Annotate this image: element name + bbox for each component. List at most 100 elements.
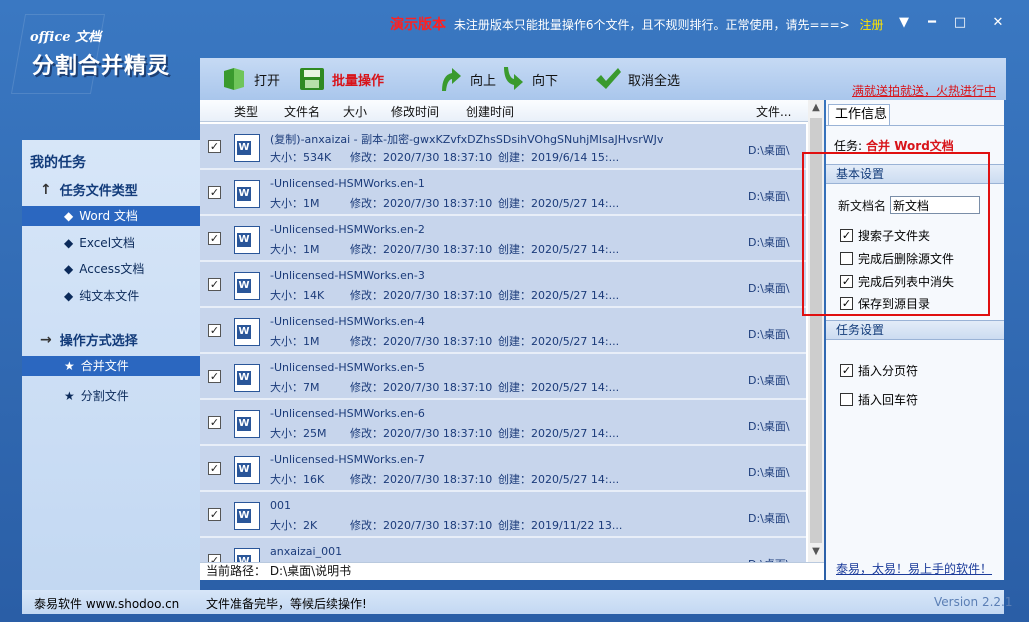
checkmark-icon [594,65,622,93]
file-name: -Unlicensed-HSMWorks.en-1 [270,177,425,190]
file-size: 大小：534K [270,151,332,164]
sidebar-item-label: Access文档 [79,262,145,276]
column-created[interactable]: 创建时间 [466,103,514,120]
file-location: D:\桌面\ [748,420,790,433]
task-label: 任务: [834,139,863,153]
table-row[interactable]: ✓ W -Unlicensed-HSMWorks.en-2 大小：1M 修改：2020/… [200,216,806,262]
status-message: 文件准备完毕，等候后续操作! [206,597,367,611]
deselect-all-button[interactable]: 取消全选 [594,64,680,94]
version-text: Version 2.2.1 [934,595,1013,609]
table-row[interactable]: ✓ W -Unlicensed-HSMWorks.en-6 大小：25M 修改：2020… [200,400,806,446]
highlight-box [802,152,990,316]
file-created: 创建：2020/5/27 14:... [498,197,620,210]
scroll-down-icon[interactable]: ▼ [808,544,824,560]
sidebar-item-label: 纯文本文件 [79,289,140,303]
file-created: 创建：2020/5/27 14:... [498,243,620,256]
row-checkbox[interactable]: ✓ [208,324,221,337]
slogan-link[interactable]: 泰易，太易！易上手的软件！ [836,560,992,577]
menu-dropdown-icon[interactable]: ▼ [890,12,918,34]
operation-mode-group[interactable]: → 操作方式选择 [40,330,138,350]
row-checkbox[interactable]: ✓ [208,508,221,521]
table-row[interactable]: ✓ W -Unlicensed-HSMWorks.en-3 大小：14K 修改：2020… [200,262,806,308]
row-checkbox[interactable]: ✓ [208,462,221,475]
sidebar-item-label: Excel文档 [79,236,136,250]
table-row[interactable]: ✓ W (复制)-anxaizai - 副本-加密-gwxKZvfxDZhsSDsi… [200,124,806,170]
register-link[interactable]: 注册 [860,18,884,32]
diamond-bullet-icon: ◆ [64,262,74,276]
word-doc-icon: W [234,502,260,530]
row-checkbox[interactable]: ✓ [208,278,221,291]
registration-notice-bar: 演示版本 未注册版本只能批量操作6个文件，且不规则排行。正常使用，请先===> … [390,14,884,34]
file-location: D:\桌面\ [748,190,790,203]
checkbox-unchecked-icon [840,393,853,406]
maximize-icon[interactable]: □ [946,12,974,34]
current-path: 当前路径： D:\桌面\说明书 [200,562,824,580]
row-checkbox[interactable]: ✓ [208,416,221,429]
file-location: D:\桌面\ [748,144,790,157]
table-row[interactable]: ✓ W -Unlicensed-HSMWorks.en-7 大小：16K 修改：2020… [200,446,806,492]
batch-operation-button[interactable]: 批量操作 [298,64,384,94]
file-modified: 修改：2020/7/30 18:37:10 [350,473,493,486]
file-modified: 修改：2020/7/30 18:37:10 [350,289,493,302]
move-up-label: 向上 [470,73,497,89]
checkbox-checked-icon: ✓ [840,364,853,377]
minimize-icon[interactable]: ━ [918,12,946,34]
file-size: 大小：1M [270,197,320,210]
table-row[interactable]: ✓ W 001 大小：2K 修改：2020/7/30 18:37:10 创建：2019/1… [200,492,806,538]
sidebar-item-label: Word 文档 [79,209,138,223]
column-size[interactable]: 大小 [343,103,367,120]
file-type-group[interactable]: ↑ 任务文件类型 [40,180,138,200]
table-row[interactable]: ✓ W -Unlicensed-HSMWorks.en-5 大小：7M 修改：2020/… [200,354,806,400]
file-name: -Unlicensed-HSMWorks.en-6 [270,407,425,420]
file-modified: 修改：2020/7/30 18:37:10 [350,427,493,440]
task-value: 合并 Word文档 [866,139,954,153]
column-location[interactable]: 文件... [756,103,791,120]
row-checkbox[interactable]: ✓ [208,370,221,383]
table-row[interactable]: ✓ W -Unlicensed-HSMWorks.en-1 大小：1M 修改：2020/… [200,170,806,216]
file-size: 大小：7M [270,381,320,394]
file-size: 大小：1M [270,335,320,348]
file-modified: 修改：2020/7/30 18:37:10 [350,151,493,164]
insert-newline-checkbox[interactable]: 插入回车符 [840,391,918,408]
sidebar-item-text[interactable]: ◆ 纯文本文件 [22,286,200,306]
file-size: 大小：1M [270,243,320,256]
tab-work-info[interactable]: 工作信息 [828,104,890,126]
move-down-button[interactable]: 向下 [498,64,558,94]
table-row[interactable]: ✓Wanxaizai_001D:\桌面\ [200,538,806,562]
file-modified: 修改：2020/7/30 18:37:10 [350,243,493,256]
row-checkbox[interactable]: ✓ [208,140,221,153]
scroll-up-icon[interactable]: ▲ [808,100,824,116]
row-checkbox[interactable]: ✓ [208,232,221,245]
star-bullet-icon: ★ [64,359,75,373]
sidebar-item-word[interactable]: ◆ Word 文档 [22,206,200,226]
word-doc-icon: W [234,180,260,208]
sidebar-item-excel[interactable]: ◆ Excel文档 [22,233,200,253]
insert-page-break-checkbox[interactable]: ✓ 插入分页符 [840,362,918,379]
table-row[interactable]: ✓ W -Unlicensed-HSMWorks.en-4 大小：1M 修改：2020/… [200,308,806,354]
open-button[interactable]: 打开 [220,64,280,94]
file-size: 大小：16K [270,473,325,486]
file-created: 创建：2020/5/27 14:... [498,381,620,394]
column-type[interactable]: 类型 [234,103,258,120]
word-doc-icon: W [234,134,260,162]
sidebar-title: 我的任务 [30,155,86,171]
column-modified[interactable]: 修改时间 [391,103,439,120]
promotion-link[interactable]: 满就送拍就送，火热进行中 [852,82,996,99]
sidebar-item-split[interactable]: ★ 分割文件 [22,386,200,406]
sidebar-item-merge[interactable]: ★ 合并文件 [22,356,200,376]
file-name: -Unlicensed-HSMWorks.en-2 [270,223,425,236]
move-up-button[interactable]: 向上 [436,64,496,94]
diamond-bullet-icon: ◆ [64,289,74,303]
app-logo: office 文档 分割合并精灵 [10,14,198,104]
diamond-bullet-icon: ◆ [64,209,74,223]
brand-text: 泰易软件 www.shodoo.cn [34,597,180,611]
tab-divider [826,125,1004,126]
row-checkbox[interactable]: ✓ [208,554,221,562]
sidebar-item-access[interactable]: ◆ Access文档 [22,259,200,279]
close-icon[interactable]: ✕ [984,12,1012,34]
app-window: office 文档 分割合并精灵 演示版本 未注册版本只能批量操作6个文件，且不… [0,0,1029,622]
row-checkbox[interactable]: ✓ [208,186,221,199]
file-location: D:\桌面\ [748,282,790,295]
column-filename[interactable]: 文件名 [284,103,320,120]
collapse-up-icon: ↑ [40,181,52,198]
